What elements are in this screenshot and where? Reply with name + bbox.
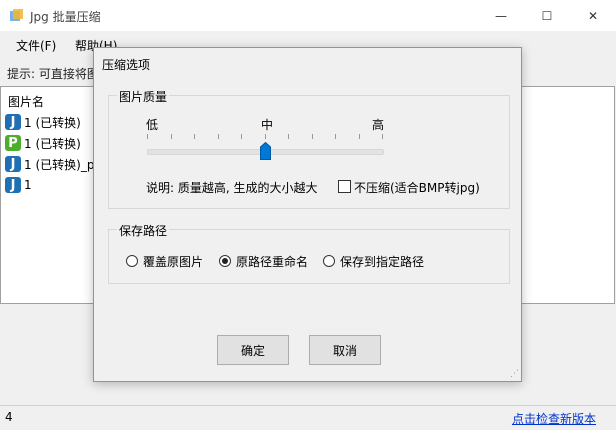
slider-tick (171, 134, 172, 139)
quality-note: 说明: 质量越高, 生成的大小越大 (146, 181, 318, 195)
save-path-group: 保存路径 覆盖原图片 原路径重命名 保存到指定路径 (108, 222, 510, 284)
no-compress-checkbox[interactable] (338, 180, 351, 193)
list-item[interactable]: P 1 (已转换) (5, 134, 81, 152)
menu-file[interactable]: 文件(F) (16, 37, 56, 54)
file-name: 1 (24, 178, 32, 192)
resize-grip-icon[interactable]: ⋰ (510, 369, 519, 379)
file-name: 1 (已转换) (24, 136, 81, 151)
quality-group: 图片质量 低 中 高 说明: 质量越高, 生成的大小越大 不压缩(适合BMP转j… (108, 88, 510, 209)
close-icon: ✕ (587, 8, 599, 23)
quality-low-label: 低 (146, 118, 159, 132)
jpg-file-icon: J (5, 177, 21, 193)
slider-tick (382, 134, 383, 139)
minimize-button[interactable]: — (478, 0, 524, 31)
slider-tick (335, 134, 336, 139)
slider-tick (218, 134, 219, 139)
radio-rename-label[interactable]: 原路径重命名 (236, 253, 308, 270)
radio-overwrite-label[interactable]: 覆盖原图片 (143, 253, 203, 270)
title-bar: Jpg 批量压缩 — ☐ ✕ (0, 0, 616, 31)
slider-tick (194, 134, 195, 139)
close-button[interactable]: ✕ (570, 0, 616, 31)
cancel-button[interactable]: 取消 (309, 335, 381, 365)
radio-overwrite[interactable] (126, 255, 138, 267)
maximize-icon: ☐ (541, 8, 553, 23)
check-update-link[interactable]: 点击检查新版本 (512, 410, 596, 427)
minimize-icon: — (495, 8, 507, 23)
jpg-file-icon: J (5, 114, 21, 130)
ok-button[interactable]: 确定 (217, 335, 289, 365)
list-item[interactable]: J 1 (5, 176, 32, 194)
dialog-title: 压缩选项 (102, 58, 151, 72)
window-title: Jpg 批量压缩 (30, 10, 101, 24)
file-name: 1 (已转换)_p (24, 157, 95, 172)
jpg-file-icon: J (5, 156, 21, 172)
radio-selected-dot (222, 258, 228, 264)
quality-high-label: 高 (372, 118, 385, 132)
slider-tick (241, 134, 242, 139)
no-compress-label[interactable]: 不压缩(适合BMP转jpg) (354, 179, 480, 196)
list-item[interactable]: J 1 (已转换)_p (5, 155, 94, 173)
file-name: 1 (已转换) (24, 115, 81, 130)
slider-tick (359, 134, 360, 139)
slider-thumb[interactable] (260, 142, 271, 160)
slider-tick (147, 134, 148, 139)
radio-rename[interactable] (219, 255, 231, 267)
compression-options-dialog: 压缩选项 图片质量 低 中 高 说明: 质量越高, 生成的大小越大 不压缩(适合… (93, 47, 522, 382)
quality-mid-label: 中 (261, 118, 274, 132)
status-bar: 4 点击检查新版本 (0, 405, 616, 430)
slider-tick (288, 134, 289, 139)
file-count: 4 (5, 410, 13, 424)
radio-custom-path[interactable] (323, 255, 335, 267)
save-path-group-title: 保存路径 (117, 222, 170, 239)
app-icon (10, 9, 23, 21)
slider-tick (312, 134, 313, 139)
slider-tick (265, 134, 266, 139)
hint-text: 提示: 可直接将图 (7, 67, 99, 81)
list-item[interactable]: J 1 (已转换) (5, 113, 81, 131)
maximize-button[interactable]: ☐ (524, 0, 570, 31)
quality-group-title: 图片质量 (117, 88, 170, 105)
radio-custom-path-label[interactable]: 保存到指定路径 (340, 253, 424, 270)
column-header-name[interactable]: 图片名 (8, 93, 44, 110)
png-file-icon: P (5, 135, 21, 151)
